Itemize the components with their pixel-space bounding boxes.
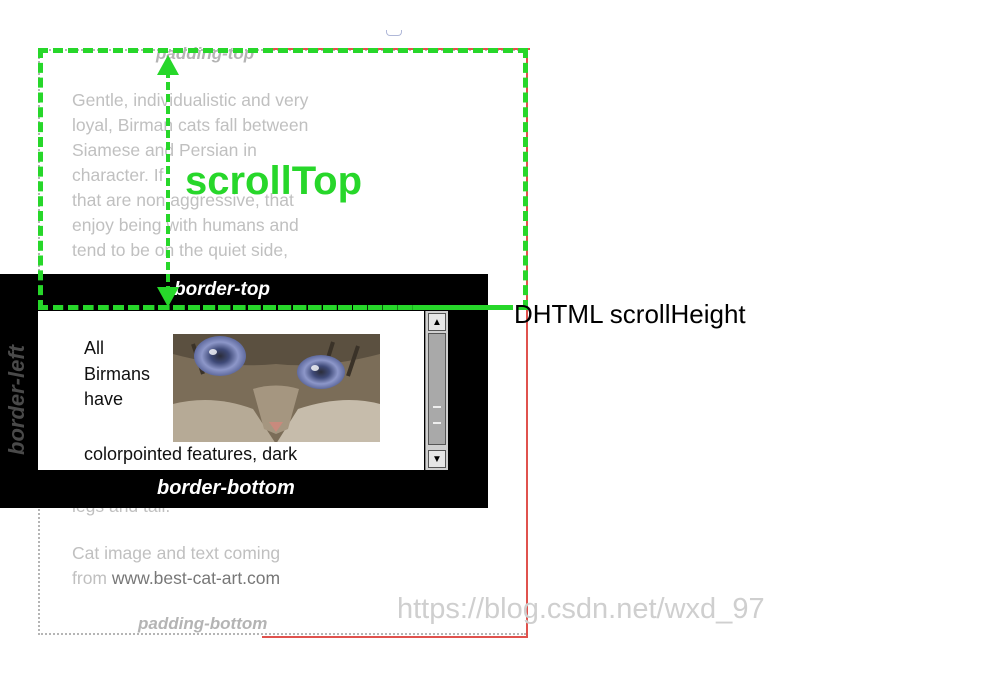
scroll-height-label: DHTML scrollHeight bbox=[514, 299, 746, 329]
scrollbar[interactable]: ▲ ▼ bbox=[425, 311, 448, 470]
scroll-top-baseline bbox=[38, 305, 504, 310]
visible-text-bottom: colorpointed features, dark bbox=[84, 444, 298, 464]
scroll-height-outline-bottom bbox=[262, 636, 528, 638]
visible-line: All bbox=[84, 338, 105, 358]
watermark: https://blog.csdn.net/wxd_97 bbox=[397, 593, 765, 625]
padding-bottom-label: padding-bottom bbox=[138, 614, 268, 633]
border-left-label: border-left bbox=[4, 345, 29, 455]
scroll-thumb[interactable] bbox=[428, 333, 446, 445]
hidden-text-source: Cat image and text coming bbox=[72, 543, 281, 563]
visible-line: Birmans bbox=[84, 363, 151, 384]
scroll-top-arrow-line bbox=[166, 70, 170, 294]
grip-icon bbox=[433, 406, 441, 424]
scroll-up-button[interactable]: ▲ bbox=[428, 313, 446, 331]
border-bottom-label: border-bottom bbox=[157, 477, 295, 499]
site-link[interactable]: www.best-cat-art.com bbox=[112, 568, 280, 588]
triangle-up-icon: ▲ bbox=[432, 316, 442, 328]
hidden-text-from: from www.best-cat-art.com bbox=[72, 566, 280, 591]
scroll-top-label: scrollTop bbox=[185, 159, 363, 203]
visible-line: have bbox=[84, 389, 124, 409]
arrow-down-icon bbox=[157, 287, 179, 307]
visible-text: All Birmans have bbox=[84, 336, 150, 413]
triangle-down-icon: ▼ bbox=[432, 453, 442, 465]
cat-face-image bbox=[173, 334, 380, 442]
cat-face-drawing bbox=[173, 334, 380, 442]
top-mark bbox=[386, 30, 402, 36]
from-prefix: from bbox=[72, 568, 112, 588]
arrow-up-icon bbox=[157, 55, 179, 75]
scroll-down-button[interactable]: ▼ bbox=[428, 450, 446, 468]
